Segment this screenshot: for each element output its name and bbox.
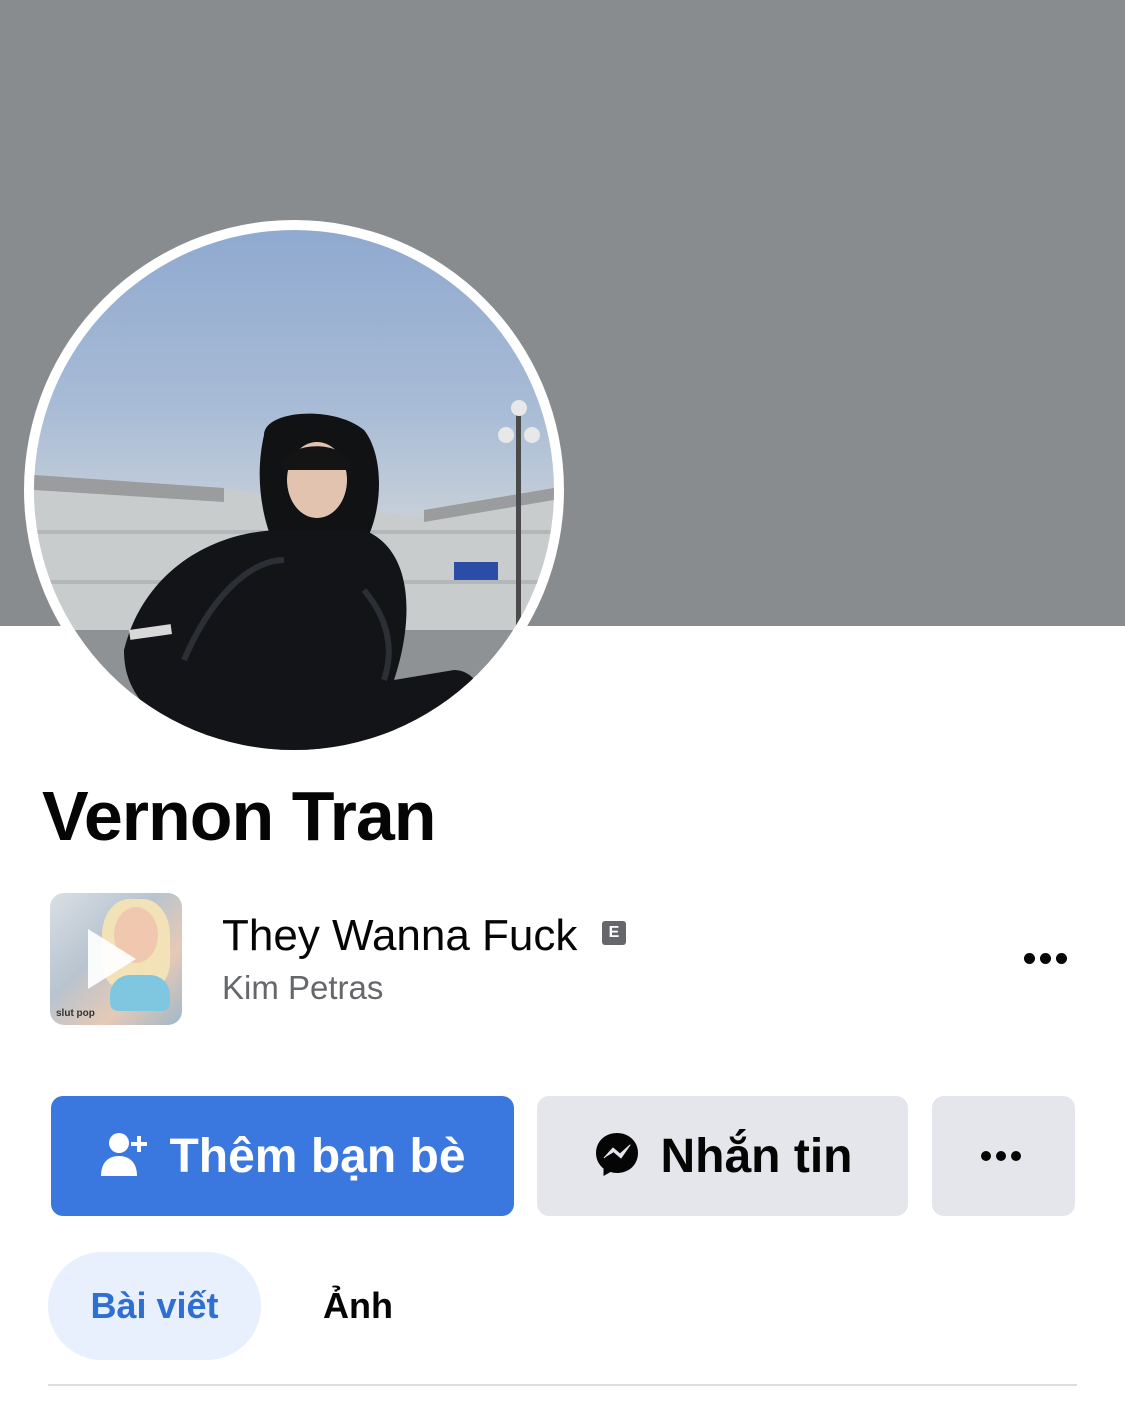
divider [48,1384,1077,1386]
add-friend-label: Thêm bạn bè [169,1129,466,1183]
messenger-icon [593,1130,641,1183]
more-icon [981,1151,1026,1161]
message-button[interactable]: Nhắn tin [537,1096,908,1216]
add-friend-button[interactable]: Thêm bạn bè [51,1096,514,1216]
more-actions-button[interactable] [932,1096,1075,1216]
song-artist: Kim Petras [222,969,384,1006]
tab-photos[interactable]: Ảnh [298,1252,418,1360]
message-label: Nhắn tin [660,1129,853,1183]
add-friend-icon [99,1130,149,1183]
explicit-badge: E [602,921,626,945]
more-icon[interactable] [1024,951,1074,965]
profile-music-card[interactable]: slut pop They Wanna Fuck E Kim Petras [50,893,1080,1025]
tab-posts[interactable]: Bài viết [48,1252,261,1360]
song-title: They Wanna Fuck [222,911,578,960]
profile-name: Vernon Tran [42,777,437,855]
play-icon[interactable] [88,929,136,989]
profile-picture[interactable] [24,220,564,760]
avatar-photo [34,400,554,750]
album-art-label: slut pop [56,1008,95,1019]
album-art[interactable]: slut pop [50,893,182,1025]
avatar [34,230,554,750]
